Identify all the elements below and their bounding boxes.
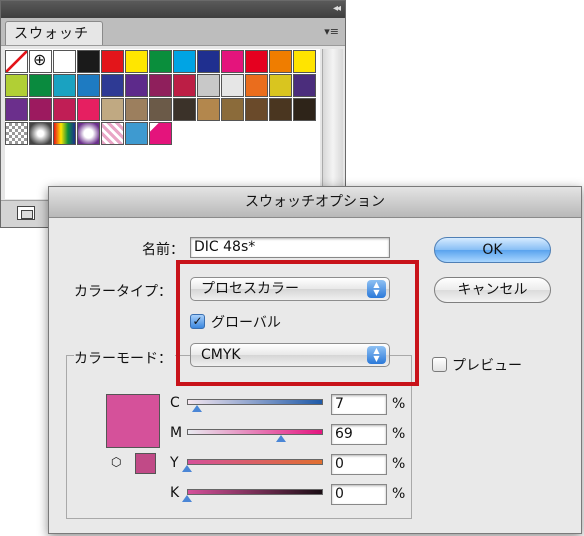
swatch[interactable] [5, 74, 28, 97]
swatch[interactable] [197, 74, 220, 97]
swatch[interactable] [101, 50, 124, 73]
percent-label: % [392, 456, 406, 472]
swatch[interactable] [293, 74, 316, 97]
swatch[interactable] [125, 74, 148, 97]
swatch[interactable] [149, 74, 172, 97]
out-of-gamut-cube-icon[interactable]: ⬡ [111, 455, 121, 469]
swatch-library-icon[interactable] [17, 206, 35, 220]
swatch[interactable] [149, 122, 172, 145]
swatch[interactable] [101, 74, 124, 97]
channel-slider[interactable] [187, 429, 323, 435]
swatch[interactable] [149, 98, 172, 121]
swatch[interactable] [293, 50, 316, 73]
swatch[interactable] [77, 74, 100, 97]
swatch[interactable] [77, 98, 100, 121]
color-type-label: カラータイプ： [74, 284, 172, 300]
channel-value-field[interactable]: 7 [331, 394, 387, 415]
swatch[interactable] [173, 50, 196, 73]
swatch-scrollbar[interactable] [322, 49, 343, 199]
swatch[interactable] [269, 98, 292, 121]
swatch[interactable] [149, 50, 172, 73]
swatch[interactable] [125, 122, 148, 145]
swatch[interactable] [53, 122, 76, 145]
channel-label: Y [170, 455, 179, 471]
swatch[interactable] [29, 98, 52, 121]
percent-label: % [392, 486, 406, 502]
slider-thumb[interactable] [182, 465, 192, 472]
panel-menu-icon[interactable]: ▾≡ [324, 25, 339, 38]
percent-label: % [392, 426, 406, 442]
swatch[interactable]: ⊕ [29, 50, 52, 73]
swatch[interactable] [29, 74, 52, 97]
preview-label: プレビュー [452, 358, 522, 374]
percent-label: % [392, 396, 406, 412]
panel-tab-row: スウォッチ ▾≡ [1, 18, 345, 46]
tab-swatches[interactable]: スウォッチ [5, 21, 103, 45]
swatch[interactable] [173, 98, 196, 121]
swatch[interactable] [125, 50, 148, 73]
channel-value-field[interactable]: 0 [331, 454, 387, 475]
ok-button[interactable]: OK [434, 237, 551, 263]
channel-label: K [170, 485, 180, 501]
color-preview-swatch [106, 394, 160, 448]
channel-label: C [170, 395, 180, 411]
swatch[interactable] [77, 50, 100, 73]
swatch[interactable] [245, 50, 268, 73]
swatch[interactable] [53, 98, 76, 121]
slider-thumb[interactable] [275, 435, 286, 442]
swatch[interactable] [269, 50, 292, 73]
swatch[interactable] [77, 122, 100, 145]
swatch[interactable] [5, 50, 28, 73]
swatch[interactable] [53, 50, 76, 73]
channel-slider[interactable] [187, 459, 323, 465]
swatch[interactable] [221, 50, 244, 73]
channel-value-field[interactable]: 0 [331, 484, 387, 505]
swatch[interactable] [173, 74, 196, 97]
swatch[interactable] [197, 98, 220, 121]
swatch[interactable] [5, 98, 28, 121]
swatch[interactable] [101, 122, 124, 145]
swatch-grid: ⊕ [5, 49, 320, 199]
collapse-icon[interactable]: ◂◂ [333, 3, 341, 14]
swatch[interactable] [245, 74, 268, 97]
registration-icon: ⊕ [33, 50, 47, 69]
annotation-highlight-box [176, 260, 419, 386]
swatch[interactable] [221, 98, 244, 121]
swatch[interactable] [101, 98, 124, 121]
swatch[interactable] [29, 122, 52, 145]
channel-slider[interactable] [187, 399, 323, 405]
color-mode-label: カラーモード： [74, 348, 175, 368]
channel-slider[interactable] [187, 489, 323, 495]
preview-checkbox[interactable] [432, 357, 447, 372]
cancel-button[interactable]: キャンセル [434, 277, 551, 303]
swatch[interactable] [5, 122, 28, 145]
swatch[interactable] [245, 98, 268, 121]
slider-thumb[interactable] [191, 405, 202, 412]
panel-titlebar: ◂◂ [1, 1, 345, 18]
swatch-options-dialog: スウォッチオプション 名前： DIC 48s* カラータイプ： プロセスカラー … [48, 186, 582, 534]
channel-label: M [170, 425, 183, 441]
swatch[interactable] [221, 74, 244, 97]
swatch[interactable] [53, 74, 76, 97]
slider-thumb[interactable] [182, 495, 192, 502]
swatch[interactable] [269, 74, 292, 97]
dialog-title: スウォッチオプション [49, 187, 581, 218]
swatch[interactable] [293, 98, 316, 121]
gamut-correction-swatch[interactable] [135, 453, 156, 474]
swatch[interactable] [197, 50, 220, 73]
swatch[interactable] [125, 98, 148, 121]
name-field[interactable]: DIC 48s* [190, 237, 390, 258]
channel-value-field[interactable]: 69 [331, 424, 387, 445]
name-label: 名前： [142, 242, 184, 258]
